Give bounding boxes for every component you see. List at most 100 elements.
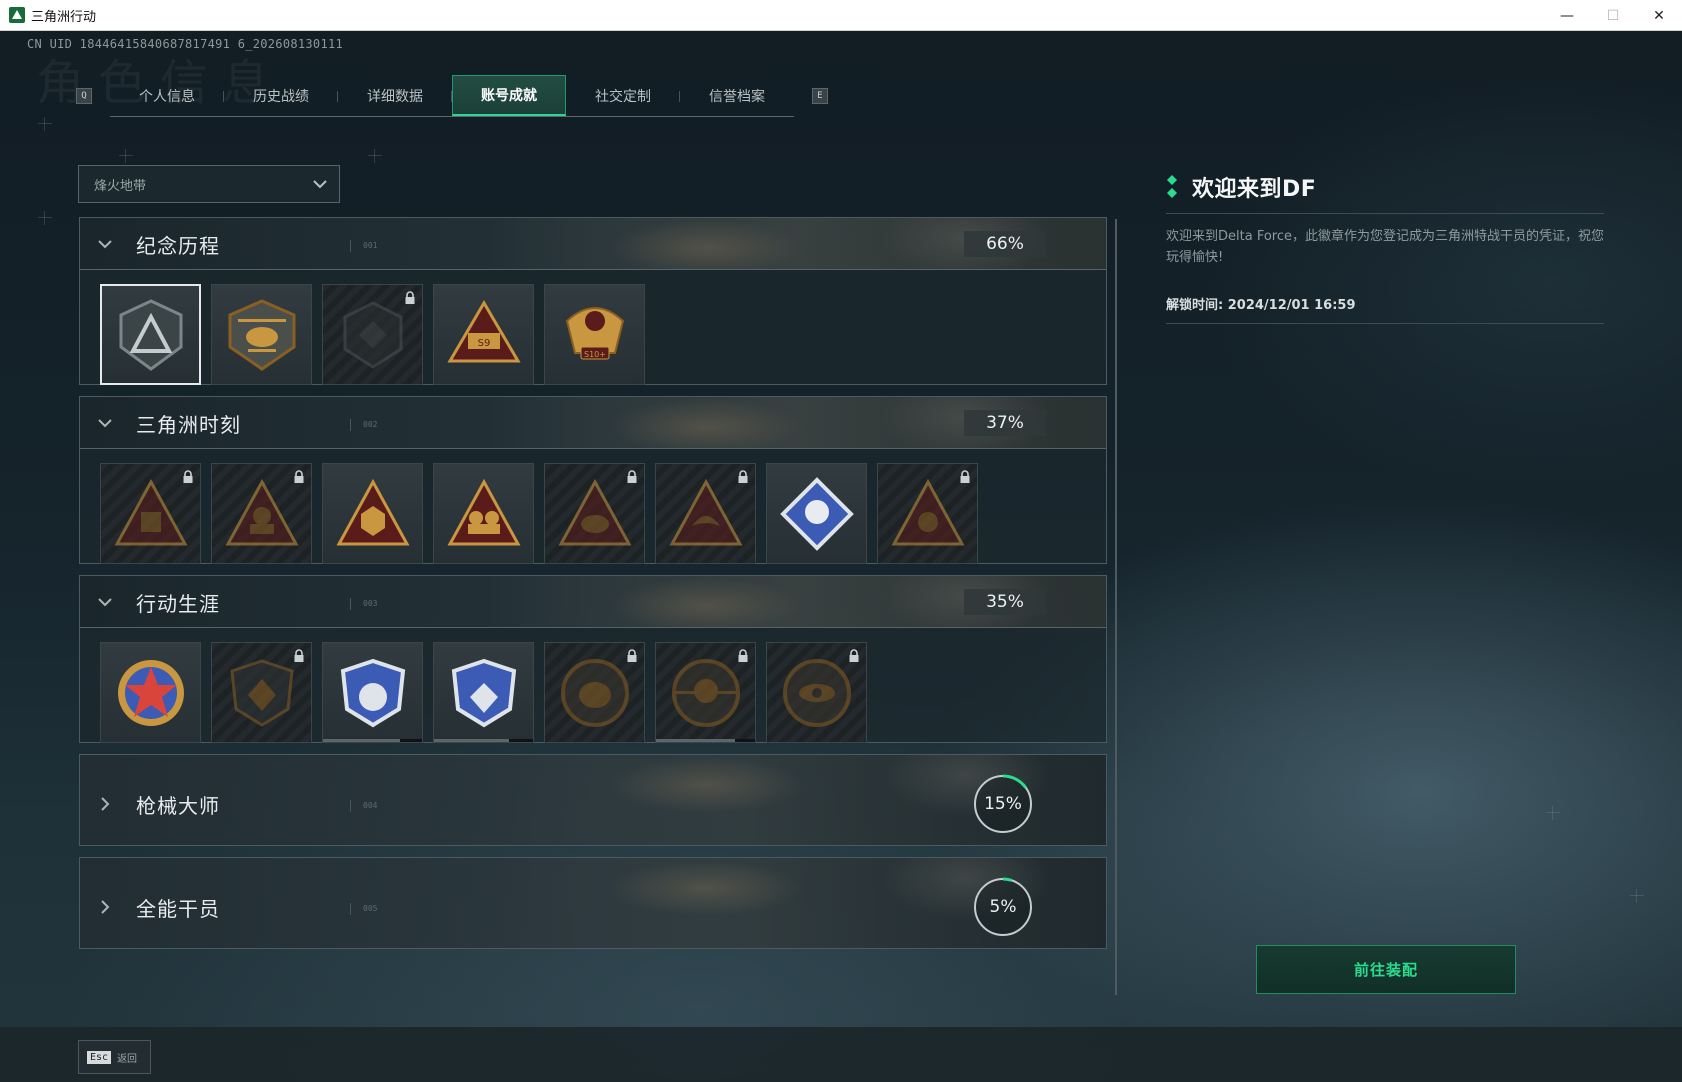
eagle-s10-emblem: S10+ (565, 306, 624, 359)
chevron-right-icon[interactable] (96, 898, 114, 916)
achievement-badge[interactable] (100, 642, 201, 743)
achievement-badge[interactable]: S10+ (544, 284, 645, 385)
svg-text:S10+: S10+ (584, 350, 606, 359)
category-header[interactable]: 行动生涯 003 35% (80, 576, 1106, 628)
diamond-rose-emblem (779, 476, 854, 551)
category-header[interactable]: 枪械大师 004 15% (80, 755, 1106, 845)
window-title: 三角洲行动 (31, 9, 97, 25)
tab-1[interactable]: 历史战绩 (224, 75, 338, 116)
tab-4[interactable]: 社交定制 (566, 75, 680, 116)
crosshair-decoration (1546, 806, 1560, 820)
back-button[interactable]: Esc 返回 (78, 1040, 151, 1074)
tab-2[interactable]: 详细数据 (338, 75, 452, 116)
tab-strip: 个人信息 历史战绩 详细数据 账号成就 社交定制 信誉档案 (110, 75, 794, 117)
footer-bar (0, 1027, 1682, 1082)
achievement-badge[interactable] (322, 284, 423, 385)
hex-crest-emblem (343, 300, 402, 369)
game-screen: 角色信息 CN UID 18446415840687817491 6_20260… (0, 31, 1682, 1082)
category-title: 纪念历程 (136, 234, 220, 258)
chevron-down-icon[interactable] (96, 414, 114, 432)
lock-icon (294, 649, 304, 662)
tab-3[interactable]: 账号成就 (452, 75, 566, 116)
svg-text:S9: S9 (477, 338, 490, 349)
tab-prev-key[interactable]: Q (76, 88, 92, 104)
lock-icon (960, 470, 970, 483)
app-logo-icon (9, 7, 25, 23)
achievement-badge[interactable] (766, 642, 867, 743)
achievement-category: 枪械大师 004 15% (79, 754, 1107, 846)
achievement-badge[interactable] (544, 642, 645, 743)
chevron-down-icon[interactable] (96, 235, 114, 253)
achievement-badge[interactable] (766, 463, 867, 564)
chevron-down-icon[interactable] (96, 593, 114, 611)
crosshair-decoration (38, 117, 52, 131)
achievement-badge[interactable] (544, 463, 645, 564)
lock-icon (738, 649, 748, 662)
tab-0[interactable]: 个人信息 (110, 75, 224, 116)
category-progress-percent: 37% (964, 410, 1046, 436)
maximize-button[interactable]: ☐ (1590, 0, 1636, 31)
back-label: 返回 (117, 1053, 138, 1065)
achievement-badge[interactable] (433, 463, 534, 564)
dark-shield-emblem (229, 658, 294, 727)
category-number: 004 (350, 800, 377, 812)
achievement-category: 全能干员 005 5% (79, 857, 1107, 949)
achievement-category: 纪念历程 001 66% S9 S10+ (79, 217, 1107, 385)
achievement-title: 欢迎来到DF (1192, 177, 1317, 202)
helicopter-emblem (228, 298, 295, 371)
diamond-marker-icon (1167, 175, 1177, 198)
badge-grid (80, 449, 1106, 575)
tab-5[interactable]: 信誉档案 (680, 75, 794, 116)
close-window-button[interactable]: ✕ (1636, 0, 1682, 31)
triangle-dice-emblem (335, 478, 410, 545)
badge-progress-bar (434, 739, 533, 742)
achievement-category: 行动生涯 003 35% (79, 575, 1107, 743)
achievement-description: 欢迎来到Delta Force，此徽章作为您登记成为三角洲特战干员的凭证，祝您玩… (1166, 229, 1604, 265)
badge-grid (80, 628, 1106, 754)
achievement-badge[interactable] (322, 642, 423, 743)
lock-icon (627, 470, 637, 483)
crosshair-decoration (38, 211, 52, 225)
category-number: 005 (350, 903, 377, 915)
achievement-badge[interactable] (211, 642, 312, 743)
category-header[interactable]: 三角洲时刻 002 37% (80, 397, 1106, 449)
category-header[interactable]: 全能干员 005 5% (80, 858, 1106, 948)
lock-icon (183, 470, 193, 483)
round-eye-emblem (782, 658, 851, 727)
category-header[interactable]: 纪念历程 001 66% (80, 218, 1106, 270)
achievement-badge[interactable] (877, 463, 978, 564)
minimize-button[interactable]: — (1544, 0, 1590, 31)
triangle-operator-emblem (224, 478, 299, 545)
round-helmet-emblem (560, 658, 629, 727)
triangle-squad-emblem (446, 478, 521, 545)
lock-icon (294, 470, 304, 483)
category-progress-percent: 5% (989, 897, 1017, 917)
lock-icon (738, 470, 748, 483)
tab-next-key[interactable]: E (812, 88, 828, 104)
achievement-badge[interactable] (100, 284, 201, 385)
category-number: 002 (350, 419, 377, 431)
category-number: 003 (350, 598, 377, 610)
category-progress-percent: 35% (964, 589, 1046, 615)
achievement-badge[interactable] (211, 463, 312, 564)
category-progress-percent: 66% (964, 231, 1046, 257)
badge-progress-bar (656, 739, 755, 742)
triangle-bird-emblem (668, 478, 743, 545)
equip-button[interactable]: 前往装配 (1256, 945, 1516, 994)
achievement-badge[interactable]: S9 (433, 284, 534, 385)
achievement-badge[interactable] (322, 463, 423, 564)
achievement-badge[interactable] (211, 284, 312, 385)
chevron-right-icon[interactable] (96, 795, 114, 813)
achievement-badge[interactable] (100, 463, 201, 564)
mode-select[interactable]: 烽火地带 (78, 165, 340, 203)
badge-progress-bar (323, 739, 422, 742)
achievement-badge[interactable] (433, 642, 534, 743)
category-number: 001 (350, 240, 377, 252)
achievement-badge[interactable] (655, 642, 756, 743)
scrollbar-track[interactable] (1115, 219, 1117, 995)
delta-shield-emblem (119, 298, 182, 371)
mode-select-value: 烽火地带 (94, 178, 147, 194)
crosshair-decoration (368, 149, 382, 163)
achievement-badge[interactable] (655, 463, 756, 564)
divider (1166, 323, 1604, 324)
